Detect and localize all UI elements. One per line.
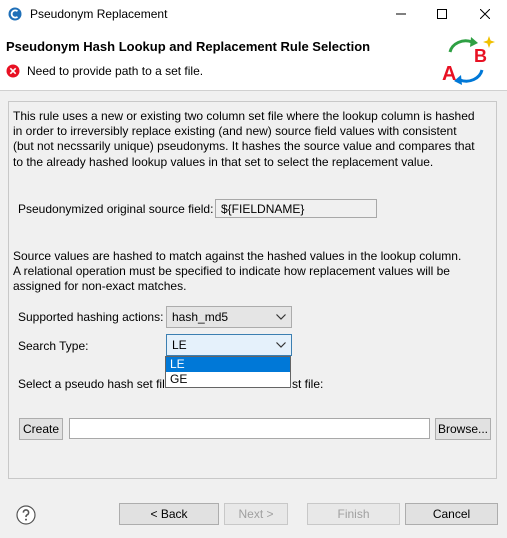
chevron-down-icon <box>276 314 286 320</box>
help-icon[interactable] <box>16 505 36 525</box>
graphic-letter-a: A <box>442 63 456 85</box>
graphic-letter-b: B <box>474 46 487 66</box>
finish-button[interactable]: Finish <box>307 503 400 525</box>
error-message: Need to provide path to a set file. <box>27 64 204 78</box>
error-icon <box>6 64 20 78</box>
search-type-select[interactable]: LE <box>166 334 292 356</box>
description-line: This rule uses a new or existing two col… <box>13 109 475 123</box>
cancel-button[interactable]: Cancel <box>405 503 498 525</box>
chevron-down-icon <box>276 342 286 348</box>
window-title: Pseudonym Replacement <box>30 7 168 21</box>
close-button[interactable] <box>463 0 507 28</box>
app-icon <box>8 7 22 21</box>
hash-note-line: A relational operation must be specified… <box>13 264 450 279</box>
next-button[interactable]: Next > <box>224 503 288 525</box>
description-line: to the already hashed lookup values in t… <box>13 154 434 169</box>
description-line: (but not necssarily unique) pseudonyms. … <box>13 139 475 154</box>
set-file-path-input[interactable] <box>69 418 430 439</box>
replacement-graphic-icon: A B <box>442 36 495 85</box>
back-button[interactable]: < Back <box>119 503 219 525</box>
description-line: in order to irreversibly replace existin… <box>13 124 457 139</box>
page-title: Pseudonym Hash Lookup and Replacement Ru… <box>6 39 371 54</box>
search-type-selected-value: LE <box>172 338 187 352</box>
set-file-label: Select a pseudo hash set file <box>18 377 172 391</box>
browse-button[interactable]: Browse... <box>435 418 491 440</box>
hashing-label: Supported hashing actions: <box>18 310 164 324</box>
maximize-button[interactable] <box>421 0 463 28</box>
source-field-label: Pseudonymized original source field: <box>18 202 214 216</box>
rule-settings-group: This rule uses a new or existing two col… <box>8 101 497 479</box>
description-text: This rule uses a new or existing two col… <box>13 109 491 170</box>
hashing-selected-value: hash_md5 <box>172 310 229 324</box>
maximize-icon <box>437 9 447 19</box>
hash-note-line: assigned for non-exact matches. <box>13 279 187 294</box>
search-type-dropdown-list: LE GE <box>165 356 291 388</box>
search-type-label: Search Type: <box>18 339 89 353</box>
hash-note-line: Source values are hashed to match agains… <box>13 249 462 263</box>
title-bar: Pseudonym Replacement <box>0 0 507 28</box>
close-icon <box>480 9 490 19</box>
source-field-value: ${FIELDNAME} <box>215 199 377 218</box>
wizard-header: Pseudonym Hash Lookup and Replacement Ru… <box>0 28 507 91</box>
create-button[interactable]: Create <box>19 418 63 440</box>
minimize-button[interactable] <box>380 0 422 28</box>
hash-note-text: Source values are hashed to match agains… <box>13 249 491 295</box>
search-type-option-le[interactable]: LE <box>166 357 290 372</box>
set-file-label-tail: st file: <box>292 377 324 391</box>
search-type-option-ge[interactable]: GE <box>166 372 290 387</box>
hashing-select[interactable]: hash_md5 <box>166 306 292 328</box>
minimize-icon <box>396 13 406 15</box>
